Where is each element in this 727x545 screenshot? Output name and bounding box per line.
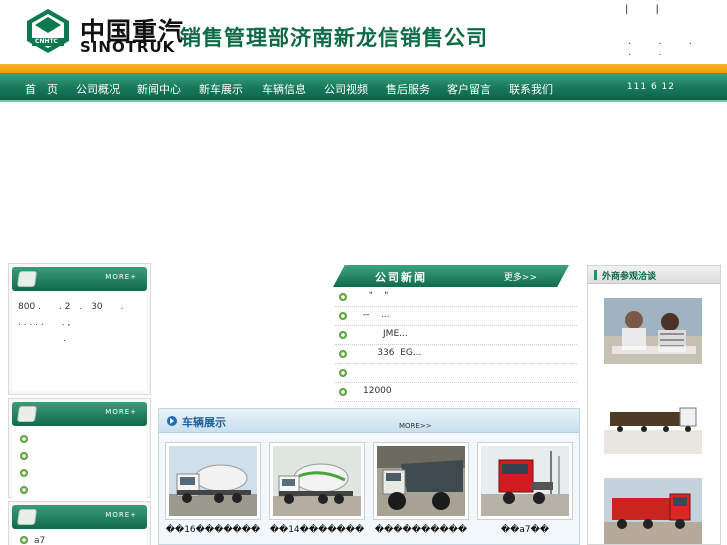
nav-date-text: 111 6 12 (626, 82, 675, 92)
news-item[interactable]: JME... (335, 326, 577, 345)
bullet-icon (20, 469, 28, 477)
right-sidebar: 外商参观洽谈 (587, 265, 721, 545)
nav-item-vehicle-info[interactable]: 车辆信息 (262, 81, 306, 97)
truck-tractor-image (481, 446, 569, 516)
company-name-title: 销售管理部济南新龙信销售公司 (180, 26, 488, 50)
logo-badge-text: CNHTC (35, 38, 58, 45)
nav-item-new-cars[interactable]: 新车展示 (199, 81, 243, 97)
right-title: 外商参观洽谈 (602, 272, 657, 282)
more-link[interactable]: MORE+ (105, 273, 137, 281)
news-item[interactable]: " " (335, 288, 577, 307)
bullet-icon (339, 369, 347, 377)
logo-english-text: SINOTRUK (80, 38, 176, 56)
vehicle-title: 车辆展示 (182, 416, 226, 429)
main-nav: 首 页 公司概况 新闻中心 新车展示 车辆信息 公司视频 售后服务 客户留言 联… (0, 73, 727, 102)
nav-item-company-profile[interactable]: 公司概况 (76, 81, 120, 97)
bullet-icon (339, 293, 347, 301)
nav-item-home[interactable]: 首 页 (25, 81, 58, 97)
note-icon (16, 509, 38, 525)
nav-item-after-sales[interactable]: 售后服务 (386, 81, 430, 97)
news-item[interactable]: -- ... (335, 307, 577, 326)
nav-item-company-video[interactable]: 公司视频 (324, 81, 368, 97)
news-more-link[interactable]: 更多>> (504, 270, 537, 283)
vehicle-caption[interactable]: ��a7�� (473, 525, 577, 535)
news-item[interactable] (335, 364, 577, 383)
news-item[interactable]: 336 EG... (335, 345, 577, 364)
orange-divider-band (0, 64, 727, 73)
right-header: 外商参观洽谈 (588, 266, 720, 284)
news-title: 公司新闻 (375, 271, 427, 284)
note-icon (16, 406, 38, 422)
red-truck-photo[interactable] (604, 478, 702, 544)
bullet-icon (20, 536, 28, 544)
more-link[interactable]: MORE+ (105, 511, 137, 519)
left-box-intro: MORE+ 800 . . 2 . 30 . . . . . . . , . (8, 263, 151, 395)
vehicle-caption[interactable]: ���������� (369, 525, 473, 535)
vehicle-card[interactable] (373, 442, 469, 520)
more-link[interactable]: MORE+ (105, 408, 137, 416)
left-box-header: MORE+ (12, 402, 147, 426)
left-box-header: MORE+ (12, 505, 147, 529)
intro-line: . (18, 334, 66, 344)
bullet-icon (339, 331, 347, 339)
top-dots: . . . . . (628, 36, 704, 58)
vehicle-card[interactable] (269, 442, 365, 520)
visit-photo[interactable] (604, 298, 702, 364)
left-box-header: MORE+ (12, 267, 147, 291)
vehicle-more-link[interactable]: MORE>> (399, 422, 432, 430)
title-bar-icon (594, 270, 597, 280)
vehicle-caption[interactable]: ��14������� (265, 525, 369, 535)
list-item[interactable] (20, 483, 139, 500)
list-item[interactable] (20, 449, 139, 466)
intro-text: 800 . . 2 . 30 . . . . . . . , . (12, 291, 147, 391)
vehicle-caption[interactable]: ��16������� (161, 525, 265, 535)
nav-item-news-center[interactable]: 新闻中心 (137, 81, 181, 97)
news-header: 公司新闻 更多>> (333, 265, 569, 287)
top-links[interactable]: | | (625, 4, 671, 15)
banner-area (0, 104, 727, 259)
intro-line: . . . . . . , (18, 318, 71, 328)
left-list (12, 426, 147, 506)
vehicle-showcase: 车辆展示 MORE>> ��16������� ��14������� ����… (158, 408, 580, 545)
list-item[interactable] (20, 432, 139, 449)
site-header: CNHTC 中国重汽 SINOTRUK 销售管理部济南新龙信销售公司 | | .… (0, 0, 727, 64)
bullet-icon (20, 435, 28, 443)
bullet-icon (339, 312, 347, 320)
truck-fleet-photo[interactable] (604, 390, 702, 454)
list-item[interactable] (20, 466, 139, 483)
bullet-icon (339, 350, 347, 358)
left-box-vehicles: MORE+ a7 (8, 501, 151, 545)
vehicle-card[interactable] (165, 442, 261, 520)
play-arrow-icon (167, 416, 177, 426)
nav-item-guestbook[interactable]: 客户留言 (447, 81, 491, 97)
bullet-icon (20, 452, 28, 460)
truck-mining-image (377, 446, 465, 516)
news-item[interactable]: 12000 (335, 383, 577, 402)
left-list: a7 (12, 529, 147, 545)
bullet-icon (339, 388, 347, 396)
intro-line: 800 . . 2 . 30 . (18, 302, 124, 312)
sinotruk-logo-icon[interactable]: CNHTC (26, 8, 70, 54)
left-box-list: MORE+ (8, 398, 151, 506)
vehicle-header: 车辆展示 MORE>> (159, 409, 579, 433)
list-item[interactable]: a7 (20, 533, 139, 545)
truck-mixer-image (169, 446, 257, 516)
bullet-icon (20, 486, 28, 494)
note-icon (16, 271, 38, 287)
nav-item-contact[interactable]: 联系我们 (509, 81, 553, 97)
vehicle-card[interactable] (477, 442, 573, 520)
truck-mixer-image (273, 446, 361, 516)
